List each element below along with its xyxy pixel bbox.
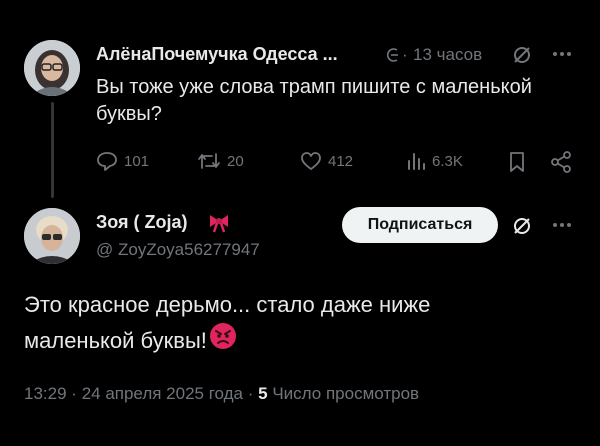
meta-dot: ·: [247, 384, 254, 403]
repost-action[interactable]: 20: [197, 151, 244, 171]
views-number: 5: [258, 384, 268, 403]
reply-author-name[interactable]: АлёнаПочемучка Одесса ...: [96, 44, 338, 65]
thread-line: [51, 102, 54, 198]
views-icon: [406, 151, 426, 171]
main-author-name[interactable]: Зоя ( Zoja): [96, 212, 188, 233]
post-time[interactable]: 13:29: [24, 384, 67, 403]
more-icon[interactable]: [552, 51, 572, 57]
post-date[interactable]: 24 апреля 2025 года: [82, 384, 243, 403]
post-meta: 13:29 · 24 апреля 2025 года · 5 Число пр…: [24, 384, 419, 404]
repost-count: 20: [227, 152, 244, 170]
x-slash-icon[interactable]: [511, 215, 533, 237]
more-icon[interactable]: [552, 222, 572, 228]
repost-icon: [197, 151, 221, 171]
reply-time-separator: ·: [402, 45, 408, 64]
reply-action[interactable]: 101: [96, 151, 149, 171]
reply-author-avatar[interactable]: [24, 40, 80, 96]
x-slash-icon[interactable]: [511, 44, 533, 66]
main-author-avatar[interactable]: [24, 208, 80, 264]
like-count: 412: [328, 152, 354, 170]
main-post-line1: Это красное дерьмо... стало даже ниже: [24, 292, 431, 317]
reply-count: 101: [124, 152, 150, 170]
angry-face-emoji: [209, 322, 237, 360]
views-label[interactable]: Число просмотров: [272, 384, 419, 403]
meta-dot: ·: [71, 384, 77, 403]
main-post-line2: маленькой буквы!: [24, 328, 207, 353]
reply-text: Вы тоже уже слова трамп пишите с маленьк…: [96, 76, 532, 125]
views-count: 6.3K: [432, 152, 463, 170]
views-action[interactable]: 6.3K: [406, 151, 463, 171]
like-icon: [300, 151, 322, 171]
main-post-text: Это красное дерьмо... стало даже ниже ма…: [24, 288, 584, 360]
like-action[interactable]: 412: [300, 151, 353, 171]
bookmark-icon[interactable]: [508, 151, 526, 173]
reply-icon: [96, 151, 118, 171]
reply-time[interactable]: 13 часов: [413, 45, 482, 65]
grok-icon: [386, 47, 400, 63]
follow-button[interactable]: Подписаться: [342, 207, 498, 243]
share-icon[interactable]: [549, 150, 573, 174]
main-author-handle[interactable]: @ ZoyZoya56277947: [96, 240, 260, 260]
main-post-line2-row: маленькой буквы!: [24, 322, 584, 360]
bow-emoji: [208, 211, 230, 238]
